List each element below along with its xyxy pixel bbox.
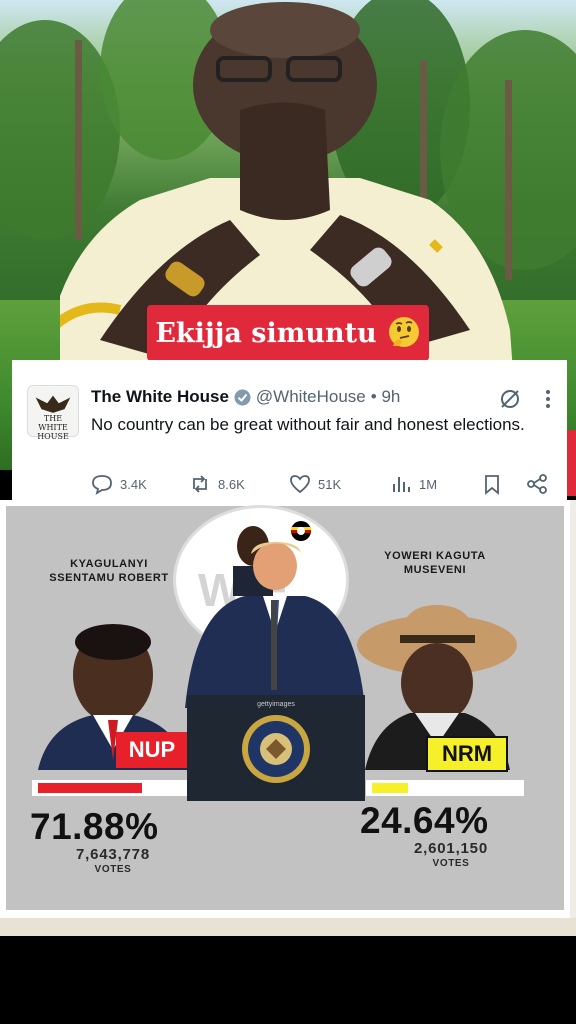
left-vote-bar-fill xyxy=(38,783,142,793)
reply-count: 3.4K xyxy=(120,476,147,492)
grok-icon[interactable] xyxy=(499,388,521,410)
right-vote-bar xyxy=(366,780,524,796)
like-count: 51K xyxy=(318,476,342,492)
heart-icon xyxy=(290,475,310,494)
like-button[interactable]: 51K xyxy=(289,473,341,495)
tweet-accent-stripe xyxy=(567,430,576,496)
left-vote-count: 7,643,778 xyxy=(76,846,150,863)
right-candidate-name: YOWERI KAGUTA MUSEVENI xyxy=(360,549,510,577)
views-count: 1M xyxy=(419,476,438,492)
left-name-line1: KYAGULANYI xyxy=(70,558,148,570)
nrm-label: NRM xyxy=(441,741,493,766)
nrm-party-badge: NRM xyxy=(426,736,508,772)
thinking-face-icon xyxy=(388,317,419,347)
right-name-line2: MUSEVENI xyxy=(403,564,467,576)
video-caption: Ekijja simuntu xyxy=(147,305,429,361)
presidential-seal-icon xyxy=(242,715,310,783)
graphic-border xyxy=(570,500,576,918)
right-name-line1: YOWERI KAGUTA xyxy=(384,550,486,562)
reply-icon xyxy=(92,475,112,495)
nup-label: NUP xyxy=(128,737,176,762)
right-percentage: 24.64% xyxy=(360,800,489,841)
views-button[interactable]: 1M xyxy=(390,473,437,495)
bottom-strip xyxy=(0,918,576,936)
repost-icon xyxy=(193,475,207,493)
tweet-card[interactable]: THE WHITE HOUSE The White House @WhiteHo… xyxy=(12,360,567,503)
views-icon xyxy=(393,477,410,492)
verified-badge-icon xyxy=(234,389,251,405)
podium-watermark: gettyimages xyxy=(257,701,295,708)
avatar-label: THE WHITE HOUSE xyxy=(37,414,69,441)
left-percentage: 71.88% xyxy=(30,806,159,847)
right-vote-bar-fill xyxy=(372,783,408,793)
reply-button[interactable]: 3.4K xyxy=(91,473,147,495)
tweet-text: No country can be great without fair and… xyxy=(91,415,525,434)
account-name[interactable]: The White House xyxy=(91,387,229,407)
left-vote-bar xyxy=(32,780,188,796)
speaker-at-podium-photo xyxy=(185,542,365,708)
right-votes-label: VOTES xyxy=(432,858,470,869)
account-handle[interactable]: @WhiteHouse xyxy=(256,387,366,407)
tweet-top-actions xyxy=(499,388,551,410)
tweet-header: The White House @WhiteHouse • 9h xyxy=(91,387,400,407)
tweet-time: • 9h xyxy=(370,387,401,406)
left-name-line2: SSENTAMU ROBERT xyxy=(49,572,169,584)
tweet-actions: 3.4K 8.6K 51K 1M xyxy=(91,473,559,497)
left-votes-label: VOTES xyxy=(94,864,132,875)
left-candidate-name: KYAGULANYI SSENTAMU ROBERT xyxy=(34,557,184,585)
right-vote-count: 2,601,150 xyxy=(414,840,488,857)
white-house-avatar[interactable]: THE WHITE HOUSE xyxy=(27,385,79,441)
podium: gettyimages xyxy=(187,695,365,801)
repost-button[interactable]: 8.6K xyxy=(189,473,245,495)
share-icon[interactable] xyxy=(526,473,548,495)
nup-party-badge: NUP xyxy=(116,732,188,768)
bookmark-icon[interactable] xyxy=(481,473,503,495)
caption-text: Ekijja simuntu xyxy=(155,317,377,349)
more-options-icon[interactable] xyxy=(545,389,551,409)
repost-count: 8.6K xyxy=(218,476,245,492)
